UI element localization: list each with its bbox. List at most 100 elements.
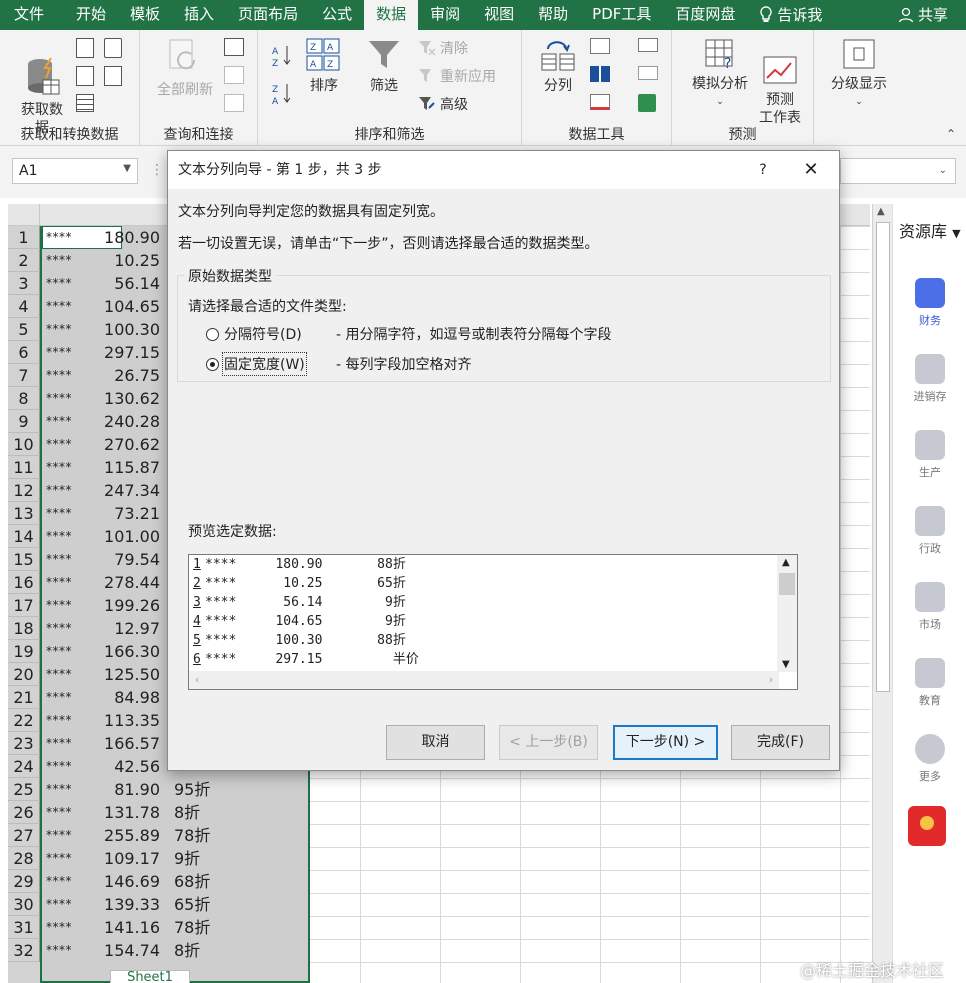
tab-templates[interactable]: 模板 <box>118 0 172 30</box>
clear-filter-button[interactable]: 清除 <box>418 38 468 58</box>
scroll-up-icon[interactable]: ▲ <box>877 206 885 217</box>
tab-page-layout[interactable]: 页面布局 <box>226 0 310 30</box>
what-if-analysis-button[interactable]: ? 模拟分析 ⌄ <box>682 38 758 111</box>
table-row[interactable]: **** 81.90 95折 <box>42 778 308 801</box>
preview-scroll-left-icon[interactable]: ‹ <box>195 673 199 686</box>
table-row[interactable]: **** 255.89 78折 <box>42 824 308 847</box>
flash-fill-icon[interactable] <box>590 38 610 54</box>
table-row[interactable]: **** 154.74 8折 <box>42 939 308 962</box>
row-header[interactable]: 20 <box>8 663 40 686</box>
next-button[interactable]: 下一步(N) > <box>613 725 718 760</box>
table-row[interactable]: **** 109.17 9折 <box>42 847 308 870</box>
row-header[interactable]: 16 <box>8 571 40 594</box>
preview-box[interactable]: 1 **** 180.90 88折 2 **** 10.25 65折 3 **** 5… <box>188 554 798 690</box>
delimited-radio[interactable] <box>206 327 219 341</box>
name-box-dropdown-icon[interactable]: ▼ <box>123 163 131 174</box>
tab-help[interactable]: 帮助 <box>526 0 580 30</box>
existing-connections-icon[interactable] <box>104 66 122 86</box>
tab-file[interactable]: 文件 <box>0 0 64 30</box>
row-header-bar[interactable]: 1 2 3 4 5 6 7 8 9 10 11 12 13 14 15 16 17 18 19 20 21 22 23 24 2… <box>8 226 40 983</box>
row-header[interactable]: 13 <box>8 502 40 525</box>
row-header[interactable]: 32 <box>8 939 40 962</box>
preview-scroll-right-icon[interactable]: › <box>769 673 773 686</box>
row-header[interactable]: 15 <box>8 548 40 571</box>
tab-view[interactable]: 视图 <box>472 0 526 30</box>
tab-formulas[interactable]: 公式 <box>310 0 364 30</box>
from-web-icon[interactable] <box>76 66 94 86</box>
row-header[interactable]: 11 <box>8 456 40 479</box>
fixed-width-radio[interactable] <box>206 357 219 371</box>
preview-horizontal-scrollbar[interactable]: ‹ › <box>189 671 779 689</box>
tab-data[interactable]: 数据 <box>364 0 419 30</box>
row-header[interactable]: 6 <box>8 341 40 364</box>
properties-icon[interactable] <box>224 66 244 84</box>
row-header[interactable]: 22 <box>8 709 40 732</box>
from-table-icon[interactable] <box>76 94 94 112</box>
name-box[interactable]: A1 ▼ <box>12 158 138 184</box>
row-header[interactable]: 18 <box>8 617 40 640</box>
collapse-ribbon-icon[interactable]: ⌃ <box>946 127 956 141</box>
tab-insert[interactable]: 插入 <box>172 0 226 30</box>
text-to-columns-button[interactable]: 分列 <box>538 40 578 95</box>
row-header[interactable]: 10 <box>8 433 40 456</box>
resource-item-more[interactable]: 更多 <box>899 734 961 784</box>
vertical-scrollbar[interactable]: ▲ <box>872 204 892 983</box>
dialog-title-bar[interactable]: 文本分列向导 - 第 1 步，共 3 步 <box>168 151 839 189</box>
outline-button[interactable]: 分级显示 ⌄ <box>824 38 894 111</box>
tell-me-box[interactable]: 告诉我 <box>747 0 834 30</box>
row-header[interactable]: 19 <box>8 640 40 663</box>
option-fixed-width[interactable]: 固定宽度(W) <box>206 352 307 376</box>
row-header[interactable]: 2 <box>8 249 40 272</box>
row-header[interactable]: 27 <box>8 824 40 847</box>
refresh-all-button[interactable]: 全部刷新 <box>150 38 220 99</box>
from-text-icon[interactable] <box>76 38 94 58</box>
row-header[interactable]: 9 <box>8 410 40 433</box>
recent-sources-icon[interactable] <box>104 38 122 58</box>
help-button[interactable]: ? <box>751 151 775 189</box>
tab-home[interactable]: 开始 <box>64 0 118 30</box>
row-header[interactable]: 31 <box>8 916 40 939</box>
sheet-tab[interactable]: Sheet1 <box>110 970 190 983</box>
row-header[interactable]: 24 <box>8 755 40 778</box>
resource-item-admin[interactable]: 行政 <box>899 506 961 556</box>
row-header[interactable]: 26 <box>8 801 40 824</box>
data-validation-icon[interactable] <box>590 94 610 110</box>
back-button[interactable]: < 上一步(B) <box>499 725 598 760</box>
table-row[interactable]: **** 141.16 78折 <box>42 916 308 939</box>
tab-review[interactable]: 审阅 <box>418 0 472 30</box>
row-header[interactable]: 8 <box>8 387 40 410</box>
resource-item-finance[interactable]: 财务 <box>899 278 961 328</box>
row-header[interactable]: 25 <box>8 778 40 801</box>
table-row[interactable]: **** 146.69 68折 <box>42 870 308 893</box>
edit-links-icon[interactable] <box>224 94 244 112</box>
resource-item-education[interactable]: 教育 <box>899 658 961 708</box>
row-header[interactable]: 1 <box>8 226 40 249</box>
reapply-button[interactable]: 重新应用 <box>418 66 496 86</box>
resource-item-production[interactable]: 生产 <box>899 430 961 480</box>
advanced-filter-button[interactable]: 高级 <box>418 94 468 114</box>
preview-scroll-up-icon[interactable]: ▲ <box>782 557 790 568</box>
consolidate-icon[interactable] <box>638 38 658 52</box>
preview-vertical-scrollbar[interactable]: ▲ ▼ <box>777 555 797 672</box>
resource-item-inventory[interactable]: 进销存 <box>899 354 961 404</box>
row-header[interactable]: 3 <box>8 272 40 295</box>
row-header[interactable]: 28 <box>8 847 40 870</box>
row-header[interactable]: 14 <box>8 525 40 548</box>
finish-button[interactable]: 完成(F) <box>731 725 830 760</box>
red-packet-icon[interactable] <box>908 806 946 846</box>
tab-pdf-tools[interactable]: PDF工具 <box>580 0 663 30</box>
row-header[interactable]: 12 <box>8 479 40 502</box>
preview-scroll-down-icon[interactable]: ▼ <box>782 659 790 670</box>
sort-button[interactable]: ZAAZ 排序 <box>302 38 346 95</box>
scroll-thumb[interactable] <box>876 222 890 692</box>
row-header[interactable]: 7 <box>8 364 40 387</box>
filter-button[interactable]: 筛选 <box>362 38 406 95</box>
row-header[interactable]: 4 <box>8 295 40 318</box>
row-header[interactable]: 29 <box>8 870 40 893</box>
sort-z-a-button[interactable]: ZA <box>272 82 292 106</box>
tab-baidu-netdisk[interactable]: 百度网盘 <box>663 0 747 30</box>
formula-input[interactable]: ⌄ <box>840 158 956 184</box>
option-delimited[interactable]: 分隔符号(D) <box>206 324 302 344</box>
row-header[interactable]: 30 <box>8 893 40 916</box>
cancel-button[interactable]: 取消 <box>386 725 485 760</box>
